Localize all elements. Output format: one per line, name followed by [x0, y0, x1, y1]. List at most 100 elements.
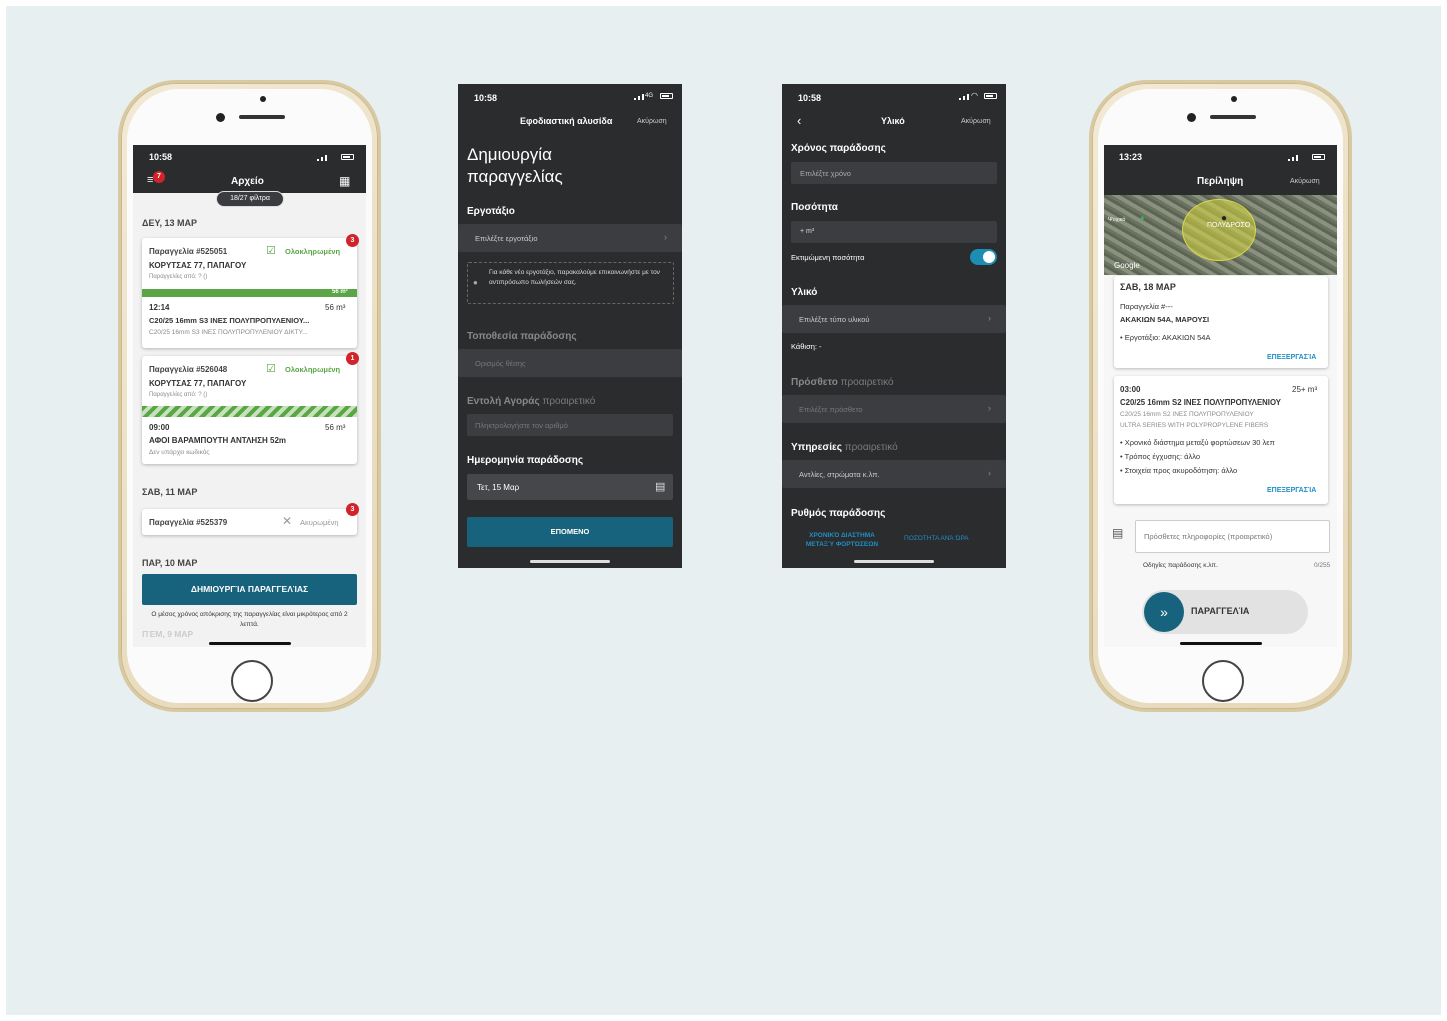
- services-label-text: Υπηρεσίες: [791, 442, 842, 453]
- order-badge: 3: [346, 503, 359, 516]
- slide-handle-icon[interactable]: »: [1144, 592, 1184, 632]
- order-badge: 1: [346, 352, 359, 365]
- optional-tag: προαιρετικό: [542, 396, 596, 407]
- status-time: 10:58: [149, 152, 173, 162]
- notes-input[interactable]: Πρόσθετες πληροφορίες (προαιρετικό): [1135, 520, 1330, 553]
- notice-text: Για κάθε νέο εργοτάξιο, παρακαλούμε επικ…: [489, 269, 660, 286]
- po-label-text: Εντολή Αγοράς: [467, 396, 540, 407]
- front-camera: [1187, 113, 1196, 122]
- order-address: ΑΚΑΚΙΩΝ 54Α, ΜΑΡΟΥΣΙ: [1120, 315, 1210, 324]
- delivery-qty: 25+ m³: [1292, 385, 1318, 394]
- services-select[interactable]: Αντλίες, στρώματα κ.λπ. ›: [782, 460, 1006, 488]
- status-time: 10:58: [474, 93, 498, 103]
- slump-value: Κάθιση: -: [791, 342, 822, 351]
- po-placeholder: Πληκτρολογήστε τον αριθμό: [475, 421, 568, 430]
- qty-label: Ποσότητα: [791, 202, 838, 213]
- status-time: 10:58: [798, 93, 822, 103]
- cancel-link[interactable]: Ακύρωση: [1290, 178, 1320, 185]
- product-name: ΑΦΟΙ ΒΑΡΑΜΠΟΥΤΗ ΑΝΤΛΗΣΗ 52m: [149, 436, 287, 445]
- order-slider[interactable]: » ΠΑΡΑΓΓΕΛΊΑ: [1142, 590, 1308, 634]
- page-title-line1: Δημιουργία: [467, 145, 552, 164]
- material-label: Υλικό: [791, 287, 818, 298]
- delivery-qty: 56 m³: [325, 303, 346, 312]
- next-button[interactable]: ΕΠΟΜΕΝΟ: [467, 517, 673, 547]
- status-label: Ολοκληρωμένη: [285, 365, 341, 374]
- po-label: Εντολή Αγοράς προαιρετικό: [467, 396, 595, 407]
- status-label: Ολοκληρωμένη: [285, 247, 341, 256]
- order-card[interactable]: Παραγγελία #525051 ☑ Ολοκληρωμένη ΚΟΡΥΤΣ…: [142, 238, 357, 348]
- toggle-knob: [983, 251, 995, 263]
- header-title: Υλικό: [881, 116, 905, 126]
- order-id: Παραγγελία #526048: [149, 365, 228, 374]
- page-title: Αρχείο: [231, 176, 264, 187]
- material-summary-card: 03:00 25+ m³ C20/25 16mm S2 ΙΝΕΣ ΠΟΛΥΠΡΟ…: [1114, 376, 1328, 504]
- map-small-label: Ψυχικό: [1108, 217, 1126, 223]
- speaker: [1210, 115, 1256, 119]
- site-notice: ● Για κάθε νέο εργοτάξιο, παρακαλούμε επ…: [467, 262, 674, 304]
- edit-link[interactable]: ΕΠΕΞΕΡΓΑΣΊΑ: [1267, 354, 1316, 361]
- additive-label: Πρόσθετο προαιρετικό: [791, 377, 894, 388]
- home-button[interactable]: [231, 660, 273, 702]
- day-header: ΠΑΡ, 10 ΜΑΡ: [142, 558, 198, 568]
- day-header: ΔΕΥ, 13 ΜΑΡ: [142, 218, 197, 228]
- delivery-qty: 56 m³: [325, 423, 346, 432]
- battery-icon: [984, 93, 997, 99]
- additive-select[interactable]: Επιλέξτε πρόσθετο ›: [782, 395, 1006, 423]
- back-chevron-icon[interactable]: ‹: [797, 113, 801, 128]
- filter-pill[interactable]: 18/27 φίλτρα: [216, 191, 284, 207]
- date-picker[interactable]: Τετ, 15 Μαρ ▤: [467, 474, 673, 500]
- date-value: Τετ, 15 Μαρ: [477, 483, 520, 492]
- material-select[interactable]: Επιλέξτε τύπο υλικού ›: [782, 305, 1006, 333]
- product-sub: Δεν υπάρχει κωδικός: [149, 449, 210, 456]
- notes-counter: 0/255: [1314, 562, 1331, 569]
- screen-material: 10:58 ◠ ‹ Υλικό Ακύρωση Χρόνος παράδοσης…: [782, 84, 1006, 568]
- cancel-icon: ✕: [282, 514, 293, 528]
- header-title: Εφοδιαστική αλυσίδα: [520, 116, 613, 126]
- rhythm-option-rate[interactable]: ΠΟΣΌΤΗΤΑ ΑΝΆ ΏΡΑ: [904, 535, 969, 542]
- order-id: Παραγγελία #525379: [149, 518, 228, 527]
- time-select[interactable]: Επιλέξτε χρόνο: [791, 162, 997, 184]
- order-address: ΚΟΡΥΤΣΑΣ 77, ΠΑΠΑΓΟΥ: [149, 379, 247, 388]
- optional-tag: προαιρετικό: [844, 442, 898, 453]
- estimated-toggle[interactable]: [970, 249, 997, 265]
- cancel-link[interactable]: Ακύρωση: [637, 118, 667, 125]
- product-name: C20/25 16mm S3 ΙΝΕΣ ΠΟΛΥΠΡΟΠΥΛΕΝΙΟΥ...: [149, 316, 310, 325]
- clipboard-icon: ▤: [1112, 526, 1124, 540]
- order-card[interactable]: Παραγγελία #525379 ✕ Ακυρωμένη: [142, 509, 357, 535]
- home-indicator: [209, 642, 291, 645]
- order-from: Παραγγελίες από: ? (): [149, 392, 208, 398]
- rhythm-option-line1: ΧΡΟΝΙΚΌ ΔΙΑΣΤΗΜΑ: [809, 532, 875, 539]
- qty-input[interactable]: + m³: [791, 221, 997, 243]
- po-input[interactable]: Πληκτρολογήστε τον αριθμό: [467, 414, 673, 436]
- battery-icon: [1312, 154, 1325, 160]
- rhythm-option-interval[interactable]: ΧΡΟΝΙΚΌ ΔΙΑΣΤΗΜΑ ΜΕΤΑΞΎ ΦΟΡΤΏΣΕΩΝ: [792, 531, 892, 549]
- edit-link[interactable]: ΕΠΕΞΕΡΓΑΣΊΑ: [1267, 487, 1316, 494]
- progress-value: 56 m³: [332, 289, 348, 295]
- order-card[interactable]: Παραγγελία #526048 ☑ Ολοκληρωμένη ΚΟΡΥΤΣ…: [142, 356, 357, 464]
- calendar-icon[interactable]: ▦: [339, 174, 350, 188]
- material-placeholder: Επιλέξτε τύπο υλικού: [799, 315, 870, 324]
- status-time: 13:23: [1119, 152, 1143, 162]
- cancel-link[interactable]: Ακύρωση: [961, 118, 991, 125]
- create-order-button[interactable]: ΔΗΜΙΟΥΡΓΊΑ ΠΑΡΑΓΓΕΛΊΑΣ: [142, 574, 357, 605]
- home-button[interactable]: [1202, 660, 1244, 702]
- signal-icon: [959, 94, 969, 100]
- estimated-label: Εκτιμώμενη ποσότητα: [791, 253, 865, 262]
- check-icon: ☑: [266, 363, 276, 375]
- location-select[interactable]: Ορισμός θέσης: [458, 349, 682, 377]
- network-label: 4G: [645, 93, 654, 99]
- product-sub2: ULTRA SERIES WITH POLYPROPYLENE FIBERS: [1120, 422, 1269, 429]
- detail-bullet: • Στοιχεία προς ακυροδότηση: άλλο: [1120, 466, 1238, 475]
- proximity-sensor: [1231, 96, 1237, 102]
- delivery-radius: [1182, 199, 1256, 261]
- front-camera: [216, 113, 225, 122]
- screen-create-order: 10:58 4G Εφοδιαστική αλυσίδα Ακύρωση Δημ…: [458, 84, 682, 568]
- signal-icon: [634, 94, 644, 100]
- map[interactable]: ● ΠΟΛΥΔΡΟΣΟ Ψυχικό ♦ Google: [1104, 195, 1337, 275]
- screen-summary: 13:23 Περίληψη Ακύρωση ● ΠΟΛΥΔΡΟΣΟ Ψυχικ…: [1104, 145, 1337, 647]
- additive-label-text: Πρόσθετο: [791, 377, 838, 388]
- site-select[interactable]: Επιλέξτε εργοτάξιο ›: [458, 224, 682, 252]
- time-label: Χρόνος παράδοσης: [791, 143, 886, 154]
- optional-tag: προαιρετικό: [840, 377, 894, 388]
- wifi-icon: ◠: [971, 91, 978, 100]
